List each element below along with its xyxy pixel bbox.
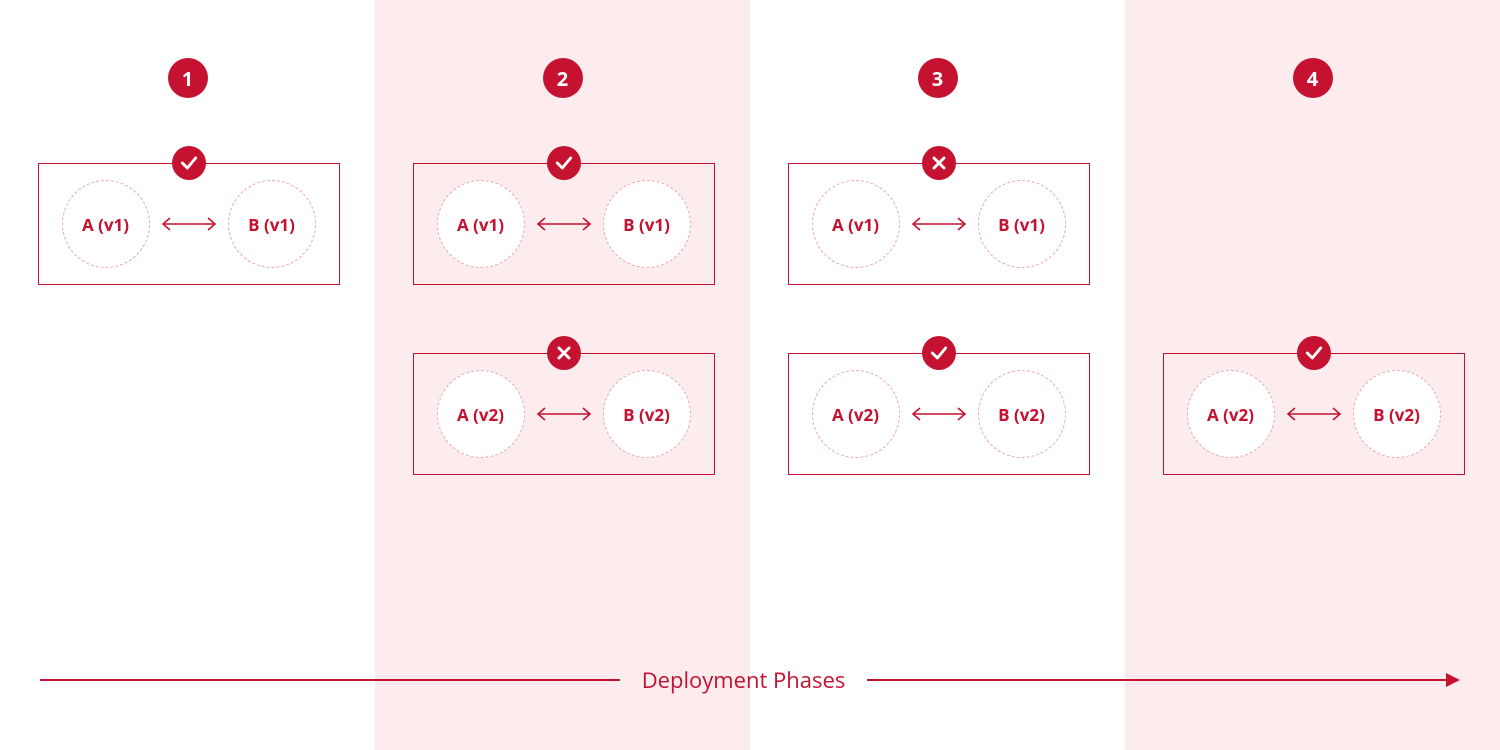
bidirectional-arrow-icon — [158, 214, 220, 234]
check-icon — [1297, 336, 1331, 370]
axis-label: Deployment Phases — [620, 665, 868, 695]
service-a-node: A (v1) — [812, 180, 900, 268]
environment-box: A (v2) B (v2) — [413, 353, 715, 475]
cross-icon — [922, 146, 956, 180]
check-icon — [547, 146, 581, 180]
service-a-node: A (v1) — [437, 180, 525, 268]
bidirectional-arrow-icon — [908, 404, 970, 424]
service-b-node: B (v2) — [603, 370, 691, 458]
service-a-node: A (v2) — [1187, 370, 1275, 458]
axis-line-right — [867, 679, 1447, 681]
service-a-node: A (v2) — [437, 370, 525, 458]
phase-column-4: 4 A (v2) B (v2) — [1125, 0, 1500, 750]
phase-column-1: 1 A (v1) B (v1) — [0, 0, 375, 750]
service-b-node: B (v1) — [603, 180, 691, 268]
bidirectional-arrow-icon — [533, 404, 595, 424]
phase-badge: 4 — [1293, 58, 1333, 98]
phase-badge: 1 — [168, 58, 208, 98]
bidirectional-arrow-icon — [533, 214, 595, 234]
environment-row-v2: A (v2) B (v2) — [413, 353, 713, 473]
environment-box: A (v1) B (v1) — [38, 163, 340, 285]
environment-row-v1: A (v1) B (v1) — [38, 163, 338, 283]
service-a-node: A (v1) — [62, 180, 150, 268]
environment-box: A (v2) B (v2) — [788, 353, 1090, 475]
axis-line-left — [40, 679, 620, 681]
service-a-node: A (v2) — [812, 370, 900, 458]
deployment-phases-diagram: 1 A (v1) B (v1) 2 A (v1) B (v1) — [0, 0, 1500, 750]
phase-badge: 3 — [918, 58, 958, 98]
service-b-node: B (v1) — [978, 180, 1066, 268]
phase-badge: 2 — [543, 58, 583, 98]
bidirectional-arrow-icon — [908, 214, 970, 234]
environment-row-v1: A (v1) B (v1) — [413, 163, 713, 283]
service-b-node: B (v2) — [1353, 370, 1441, 458]
environment-box: A (v1) B (v1) — [788, 163, 1090, 285]
environment-row-v1: A (v1) B (v1) — [788, 163, 1088, 283]
environment-box: A (v2) B (v2) — [1163, 353, 1465, 475]
timeline-axis: Deployment Phases — [40, 665, 1460, 695]
arrowhead-icon — [1446, 673, 1460, 687]
phase-column-2: 2 A (v1) B (v1) A (v2) B (v2) — [375, 0, 750, 750]
service-b-node: B (v2) — [978, 370, 1066, 458]
check-icon — [922, 336, 956, 370]
cross-icon — [547, 336, 581, 370]
service-b-node: B (v1) — [228, 180, 316, 268]
environment-row-v2: A (v2) B (v2) — [788, 353, 1088, 473]
environment-box: A (v1) B (v1) — [413, 163, 715, 285]
check-icon — [172, 146, 206, 180]
phase-column-3: 3 A (v1) B (v1) A (v2) B (v2) — [750, 0, 1125, 750]
bidirectional-arrow-icon — [1283, 404, 1345, 424]
environment-row-v2: A (v2) B (v2) — [1163, 353, 1463, 473]
